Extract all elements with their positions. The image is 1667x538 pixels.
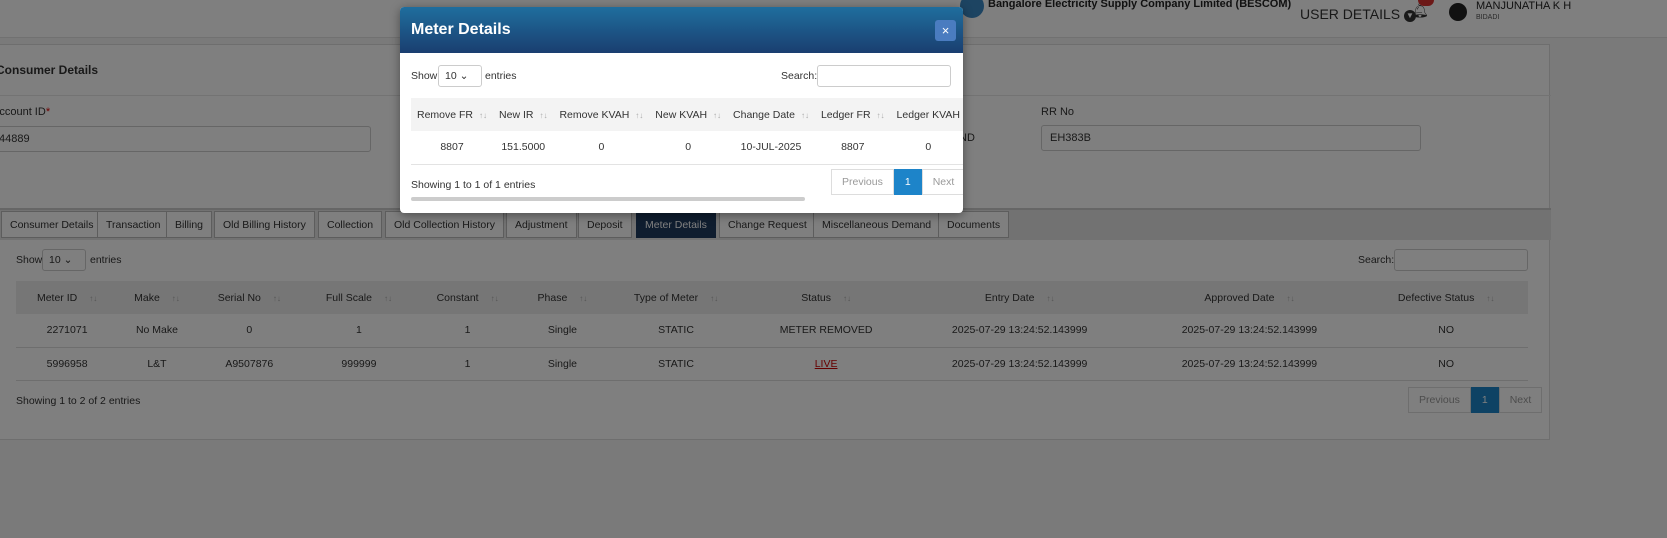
- column-label: Ledger KVAH: [896, 108, 960, 121]
- table-cell: 0: [890, 131, 963, 165]
- column-label: Change Date: [733, 108, 795, 121]
- meter-details-modal: Meter Details × Show 10 ⌄ entries Search…: [400, 7, 963, 213]
- previous-button[interactable]: Previous: [831, 169, 894, 195]
- cell-value: 0: [598, 141, 605, 154]
- search-input[interactable]: [817, 65, 951, 87]
- column-label: Remove KVAH: [559, 108, 630, 121]
- table-row: 8807 151.5000 0 0 10-JUL-2025 8807 0: [411, 131, 963, 165]
- column-header[interactable]: New IR ↑↓: [493, 98, 554, 131]
- column-label: New KVAH: [655, 108, 708, 121]
- cell-value: 0: [925, 141, 932, 154]
- chevron-down-icon: ⌄: [459, 70, 469, 82]
- search-label: Search:: [781, 70, 818, 82]
- modal-title: Meter Details: [400, 7, 963, 53]
- table-info: Showing 1 to 1 of 1 entries: [411, 179, 536, 191]
- entries-label: entries: [485, 70, 517, 82]
- sort-icon: ↑↓: [479, 110, 488, 120]
- close-icon[interactable]: ×: [935, 20, 956, 41]
- entries-length-select[interactable]: 10 ⌄: [438, 65, 482, 87]
- show-label: Show: [411, 70, 438, 82]
- table-cell: 8807: [411, 131, 494, 165]
- column-label: New IR: [499, 108, 534, 121]
- column-header[interactable]: Remove KVAH ↑↓: [553, 98, 650, 131]
- pagination: Previous 1 Next: [831, 169, 963, 195]
- page-1-button[interactable]: 1: [893, 169, 922, 195]
- cell-value: 0: [685, 141, 692, 154]
- column-label: Remove FR: [417, 108, 474, 121]
- sort-icon: ↑↓: [800, 110, 809, 120]
- column-header[interactable]: New KVAH ↑↓: [649, 98, 728, 131]
- table-cell: 8807: [814, 131, 891, 165]
- column-header[interactable]: Remove FR ↑↓: [411, 98, 494, 131]
- meter-change-table: Remove FR ↑↓ New IR ↑↓ Remove KVAH ↑↓ New KVAH…: [411, 98, 963, 165]
- cell-value: 151.5000: [501, 141, 546, 154]
- sort-icon: ↑↓: [876, 110, 885, 120]
- table-cell: 0: [553, 131, 650, 165]
- horizontal-scrollbar[interactable]: [411, 197, 805, 201]
- cell-value: 10-JUL-2025: [740, 141, 802, 154]
- table-cell: 151.5000: [493, 131, 554, 165]
- sort-icon: ↑↓: [713, 110, 722, 120]
- next-button[interactable]: Next: [921, 169, 963, 195]
- column-header[interactable]: Ledger KVAH: [890, 98, 963, 131]
- table-cell: 10-JUL-2025: [727, 131, 815, 165]
- table-cell: 0: [649, 131, 728, 165]
- column-header[interactable]: Ledger FR ↑↓: [814, 98, 891, 131]
- sort-icon: ↑↓: [635, 110, 644, 120]
- sort-icon: ↑↓: [539, 110, 548, 120]
- column-header[interactable]: Change Date ↑↓: [727, 98, 815, 131]
- cell-value: 8807: [841, 141, 865, 154]
- cell-value: 8807: [440, 141, 464, 154]
- length-value: 10: [445, 70, 457, 82]
- column-label: Ledger FR: [820, 108, 871, 121]
